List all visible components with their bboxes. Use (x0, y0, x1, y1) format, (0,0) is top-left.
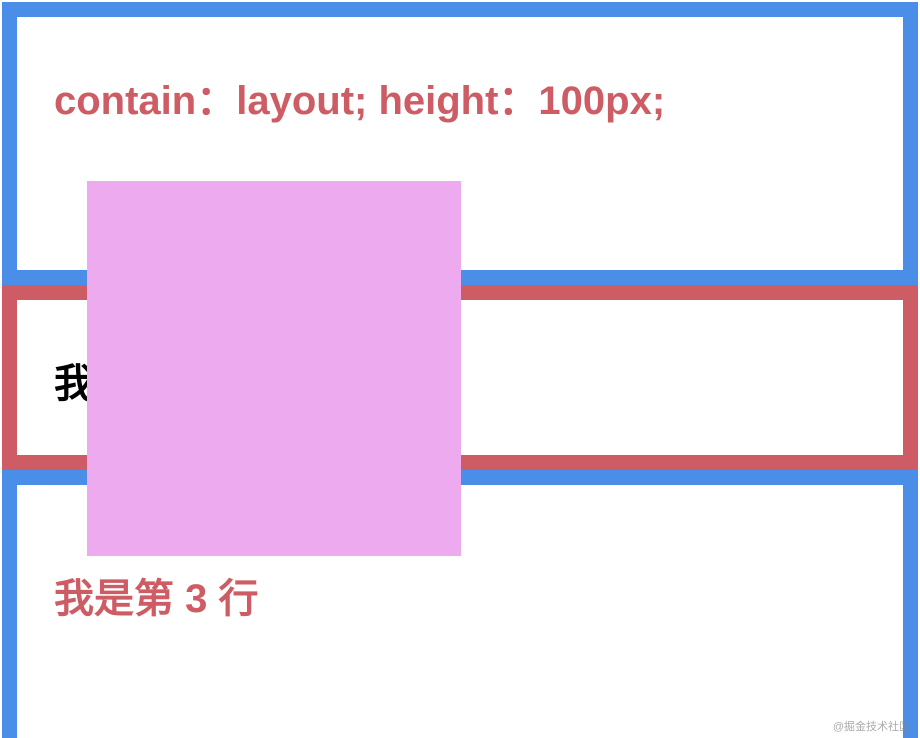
watermark: @掘金技术社区 (833, 718, 910, 734)
demo-container: contain：layout; height：100px; 我 我是第 3 行 … (2, 2, 918, 738)
overflow-square (87, 181, 461, 556)
box-1-title: contain：layout; height：100px; (17, 17, 903, 125)
